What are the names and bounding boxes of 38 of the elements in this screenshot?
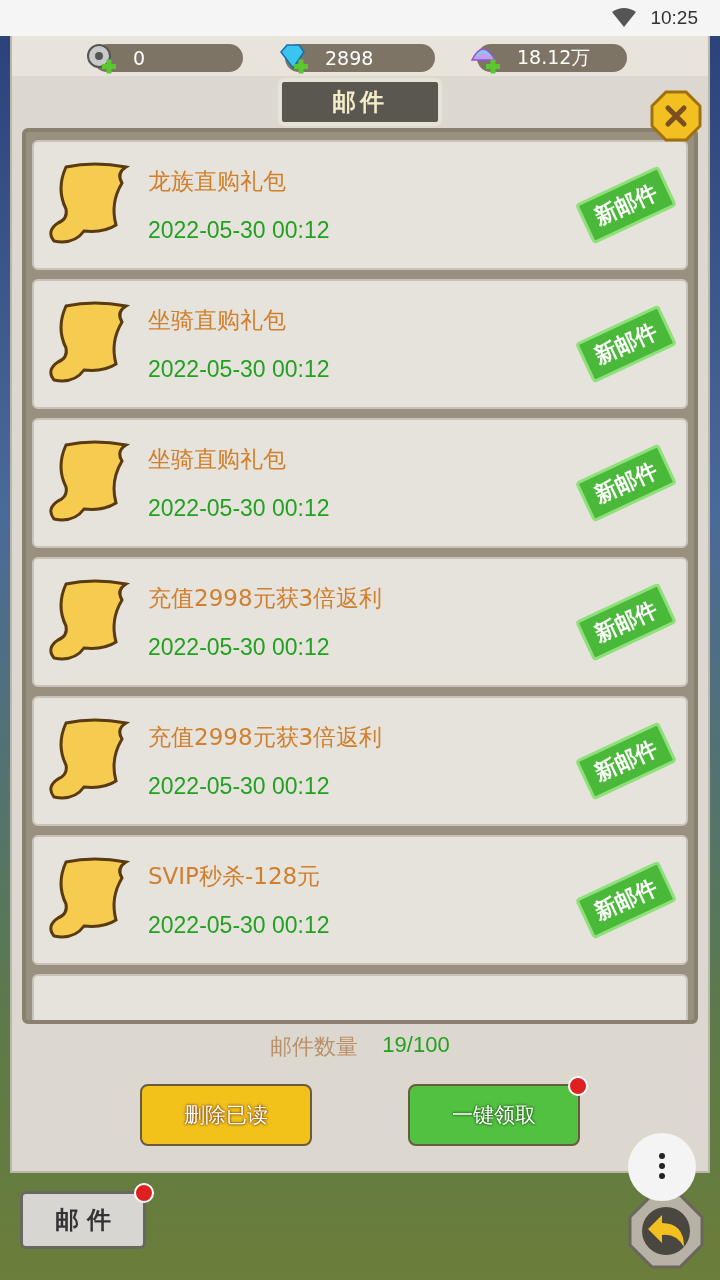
wifi-icon bbox=[612, 8, 637, 28]
window-title: 邮件 bbox=[278, 78, 442, 126]
more-icon bbox=[658, 1151, 666, 1180]
mail-count-label: 邮件数量 bbox=[270, 1033, 359, 1061]
claim-all-button[interactable]: 一键领取 bbox=[408, 1084, 580, 1146]
mail-title: 坐骑直购礼包 bbox=[148, 306, 287, 335]
back-button[interactable] bbox=[628, 1193, 704, 1269]
mail-date: 2022-05-30 00:12 bbox=[148, 912, 331, 939]
mail-item[interactable]: 坐骑直购礼包 2022-05-30 00:12 新邮件 bbox=[32, 279, 688, 409]
mail-title: 龙族直购礼包 bbox=[148, 167, 287, 196]
mail-tab[interactable]: 邮 件 bbox=[20, 1191, 146, 1249]
mail-item[interactable]: 龙族直购礼包 2022-05-30 00:12 新邮件 bbox=[32, 140, 688, 270]
mail-date: 2022-05-30 00:12 bbox=[148, 495, 331, 522]
mail-date: 2022-05-30 00:12 bbox=[148, 217, 331, 244]
mail-title: 充值2998元获3倍返利 bbox=[148, 723, 384, 752]
new-mail-stamp: 新邮件 bbox=[575, 721, 677, 801]
mail-date: 2022-05-30 00:12 bbox=[148, 356, 331, 383]
mail-date: 2022-05-30 00:12 bbox=[148, 773, 331, 800]
mail-title: SVIP秒杀-128元 bbox=[148, 862, 322, 891]
mail-item[interactable]: 坐骑直购礼包 2022-05-30 00:12 新邮件 bbox=[32, 418, 688, 548]
close-button[interactable] bbox=[650, 90, 702, 142]
gear-plus-icon[interactable] bbox=[85, 42, 117, 74]
new-mail-stamp: 新邮件 bbox=[575, 582, 677, 662]
mail-item[interactable]: 充值2998元获3倍返利 2022-05-30 00:12 新邮件 bbox=[32, 557, 688, 687]
delete-read-button[interactable]: 删除已读 bbox=[140, 1084, 312, 1146]
mail-title: 充值2998元获3倍返利 bbox=[148, 584, 384, 613]
mail-title: 坐骑直购礼包 bbox=[148, 445, 287, 474]
mail-count-value: 19/100 bbox=[382, 1032, 450, 1059]
mail-item[interactable]: SVIP秒杀-128元 2022-05-30 00:12 新邮件 bbox=[32, 835, 688, 965]
status-time: 10:25 bbox=[650, 7, 698, 29]
new-mail-stamp: 新邮件 bbox=[575, 165, 677, 245]
mail-date: 2022-05-30 00:12 bbox=[148, 634, 331, 661]
mail-item[interactable]: 充值2998元获3倍返利 2022-05-30 00:12 新邮件 bbox=[32, 696, 688, 826]
new-mail-stamp: 新邮件 bbox=[575, 860, 677, 940]
gem-plus-icon[interactable] bbox=[277, 42, 309, 74]
new-mail-stamp: 新邮件 bbox=[575, 443, 677, 523]
new-mail-stamp: 新邮件 bbox=[575, 304, 677, 384]
currency-counter[interactable]: 18.12万 bbox=[477, 44, 627, 72]
